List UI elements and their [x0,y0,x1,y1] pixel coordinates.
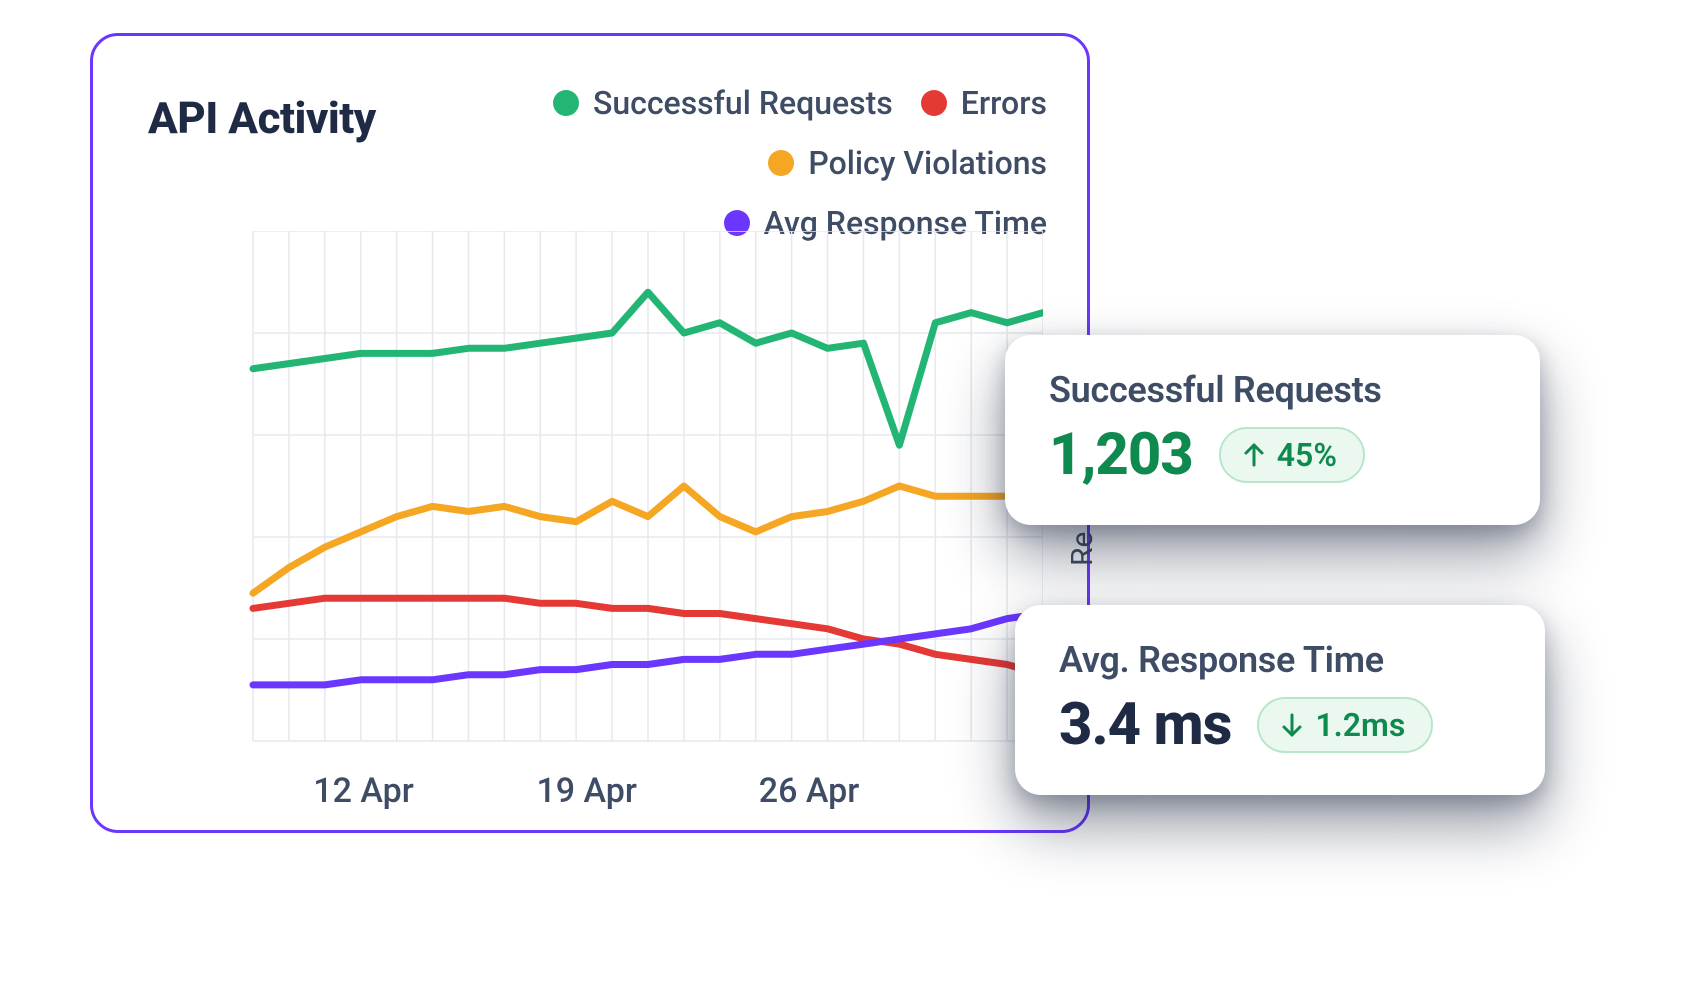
legend-label: Errors [961,84,1047,122]
api-activity-chart [143,231,1043,751]
legend-item[interactable]: Successful Requests [553,84,893,122]
arrow-up-icon [1241,441,1267,469]
legend-item[interactable]: Errors [921,84,1047,122]
stat-label: Successful Requests [1049,369,1496,411]
line-chart-svg [143,231,1043,751]
legend-label: Successful Requests [593,84,893,122]
x-axis-ticks: 12 Apr 19 Apr 26 Apr [143,771,1043,821]
x-tick-label: 12 Apr [313,771,413,811]
legend-dot-icon [921,90,947,116]
legend-dot-icon [768,150,794,176]
stat-card-avg-response-time: Avg. Response Time 3.4 ms 1.2ms [1015,605,1545,795]
x-tick-label: 19 Apr [536,771,636,811]
stat-delta-badge: 1.2ms [1257,697,1433,753]
stat-card-successful-requests: Successful Requests 1,203 45% [1005,335,1540,525]
legend-item[interactable]: Policy Violations [768,144,1047,182]
stat-delta-badge: 45% [1219,427,1365,483]
stat-value: 3.4 ms [1059,691,1231,759]
chart-legend: Successful Requests Errors Policy Violatio… [447,84,1047,242]
x-tick-label: 26 Apr [759,771,859,811]
api-activity-panel: API Activity Successful Requests Errors Po… [90,33,1090,833]
stat-value: 1,203 [1049,421,1193,489]
panel-title: API Activity [148,92,376,144]
stat-label: Avg. Response Time [1059,639,1501,681]
legend-dot-icon [553,90,579,116]
stat-delta: 45% [1277,439,1337,471]
stat-delta: 1.2ms [1315,709,1405,741]
legend-label: Policy Violations [808,144,1047,182]
arrow-down-icon [1279,711,1305,739]
